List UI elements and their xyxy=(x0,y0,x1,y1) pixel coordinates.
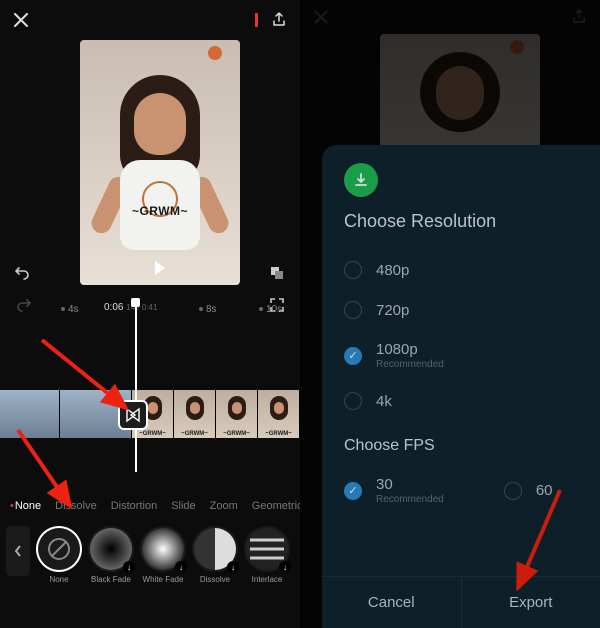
export-sheet: Choose Resolution 480p 720p 1080pRecomme… xyxy=(322,145,600,628)
transition-tabs: •None Dissolve Distortion Slide Zoom Geo… xyxy=(0,486,300,522)
resolution-720p[interactable]: 720p xyxy=(344,290,580,330)
video-caption: ~GRWM~ xyxy=(80,204,240,218)
playhead[interactable] xyxy=(135,300,137,472)
clip-6[interactable]: ~GRWM~ xyxy=(258,390,300,438)
export-button[interactable]: Export xyxy=(461,577,600,628)
radio-icon xyxy=(344,392,362,410)
tab-slide[interactable]: Slide xyxy=(171,500,195,512)
resolution-4k[interactable]: 4k xyxy=(344,381,580,421)
effects-prev-button[interactable] xyxy=(6,526,30,576)
download-icon: ↓ xyxy=(123,561,135,573)
effect-black-fade[interactable]: ↓ Black Fade xyxy=(88,526,134,584)
record-indicator xyxy=(255,13,258,27)
effect-white-fade[interactable]: ↓ White Fade xyxy=(140,526,186,584)
transition-node[interactable] xyxy=(118,400,148,430)
clip-4[interactable]: ~GRWM~ xyxy=(174,390,216,438)
fps-heading: Choose FPS xyxy=(344,437,580,455)
ruler-tick: 8s xyxy=(206,304,217,315)
radio-icon-checked xyxy=(344,347,362,365)
resolution-heading: Choose Resolution xyxy=(344,211,580,232)
top-bar xyxy=(0,0,300,40)
effect-none[interactable]: None xyxy=(36,526,82,584)
clip-1[interactable] xyxy=(0,390,60,438)
ruler-tick: 4s xyxy=(68,304,79,315)
play-icon[interactable] xyxy=(155,261,165,275)
clip-5[interactable]: ~GRWM~ xyxy=(216,390,258,438)
undo-button[interactable] xyxy=(10,260,36,286)
video-preview[interactable]: ~GRWM~ xyxy=(0,40,300,300)
fps-30[interactable]: 30Recommended xyxy=(344,472,444,509)
effect-dissolve[interactable]: ↓ Dissolve xyxy=(192,526,238,584)
layers-button[interactable] xyxy=(264,260,290,286)
timeline[interactable]: ~GRWM~ ~GRWM~ ~GRWM~ ~GRWM~ xyxy=(0,322,300,472)
video-frame: ~GRWM~ xyxy=(80,40,240,285)
download-icon: ↓ xyxy=(279,561,291,573)
playhead-time: 0:06 xyxy=(104,302,123,313)
export-button-top[interactable] xyxy=(270,11,288,29)
radio-icon xyxy=(504,482,522,500)
timeline-ruler[interactable]: 4s 0:06 14 / 0:41 8s 10s xyxy=(0,300,300,322)
tab-none[interactable]: •None xyxy=(10,500,41,512)
editor-screen: ~GRWM~ 4s 0:06 14 / 0:41 8s 10s ~GRWM~ ~… xyxy=(0,0,300,628)
effect-thumbnails: None ↓ Black Fade ↓ White Fade ↓ Dissolv… xyxy=(0,522,300,584)
fps-60[interactable]: 60 xyxy=(504,472,553,509)
effect-interlace[interactable]: ↓ Interlace xyxy=(244,526,290,584)
tab-dissolve[interactable]: Dissolve xyxy=(55,500,97,512)
radio-icon-checked xyxy=(344,482,362,500)
download-badge-icon xyxy=(344,163,378,197)
radio-icon xyxy=(344,301,362,319)
close-button[interactable] xyxy=(12,11,30,29)
resolution-480p[interactable]: 480p xyxy=(344,250,580,290)
tab-geometric[interactable]: Geometric xyxy=(252,500,303,512)
download-icon: ↓ xyxy=(175,561,187,573)
cancel-button[interactable]: Cancel xyxy=(322,577,461,628)
tab-distortion[interactable]: Distortion xyxy=(111,500,157,512)
download-icon: ↓ xyxy=(227,561,239,573)
sheet-actions: Cancel Export xyxy=(322,576,600,628)
ruler-tick: 10s xyxy=(266,304,282,315)
tab-zoom[interactable]: Zoom xyxy=(210,500,238,512)
clip-track[interactable]: ~GRWM~ ~GRWM~ ~GRWM~ ~GRWM~ xyxy=(0,390,300,438)
export-screen: Choose Resolution 480p 720p 1080pRecomme… xyxy=(300,0,600,628)
radio-icon xyxy=(344,261,362,279)
resolution-1080p[interactable]: 1080pRecommended xyxy=(344,330,580,381)
